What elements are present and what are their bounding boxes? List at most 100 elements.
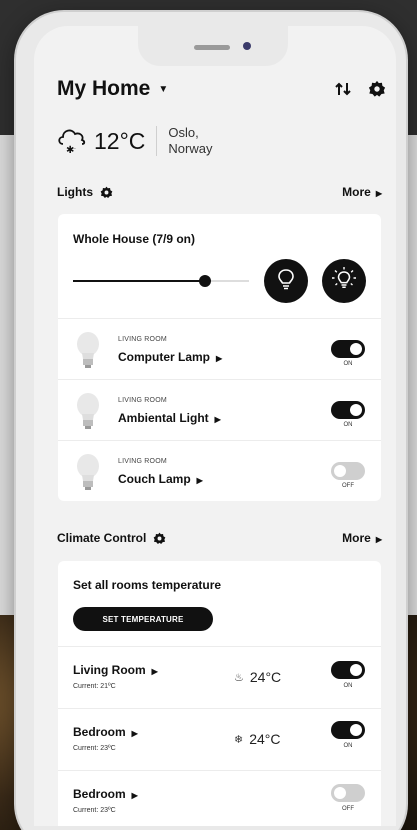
climate-room-row[interactable]: Bedroom ▶ Current: 23ºC OFF	[58, 772, 381, 826]
triangle-right-icon: ▶	[131, 729, 138, 738]
climate-room-row[interactable]: Living Room ▶ Current: 21ºC ♨ 24°C ON	[58, 648, 381, 708]
all-lights-on-button[interactable]	[322, 259, 366, 303]
brightness-slider-thumb[interactable]	[199, 275, 211, 287]
lights-card: Whole House (7/9 on) LIVING ROOM Compute…	[58, 214, 381, 501]
header-actions	[333, 79, 387, 99]
triangle-right-icon: ▶	[375, 535, 382, 544]
toggle-knob	[334, 465, 346, 477]
device-name-label: Couch Lamp	[118, 472, 191, 486]
room-current-temp: Current: 23ºC	[73, 745, 116, 752]
snowflake-icon: ❄	[234, 733, 244, 746]
device-room-label: LIVING ROOM	[118, 458, 167, 465]
target-temp-value: 24°C	[249, 731, 281, 747]
room-name-label: Bedroom	[73, 787, 126, 801]
triangle-right-icon: ▶	[216, 354, 223, 363]
climate-card: Set all rooms temperature SET TEMPERATUR…	[58, 561, 381, 826]
triangle-right-icon: ▶	[151, 667, 158, 676]
climate-divider	[58, 708, 381, 709]
lights-divider	[58, 379, 381, 380]
device-name[interactable]: Computer Lamp ▶	[118, 350, 222, 364]
gear-icon[interactable]	[367, 79, 387, 99]
light-bulb-icon	[77, 393, 99, 429]
light-bulb-icon	[77, 454, 99, 490]
triangle-right-icon: ▶	[196, 476, 203, 485]
set-all-label: Set all rooms temperature	[73, 578, 222, 592]
current-temperature: 12°C	[94, 127, 146, 154]
home-selector[interactable]: My Home	[57, 77, 150, 101]
brightness-slider[interactable]	[73, 275, 249, 287]
device-toggle[interactable]	[331, 462, 365, 480]
swap-icon[interactable]	[333, 79, 353, 99]
climate-divider	[58, 770, 381, 771]
toggle-knob	[350, 724, 362, 736]
lights-divider	[58, 440, 381, 441]
climate-more-label: More	[342, 531, 371, 545]
heat-icon: ♨	[234, 671, 244, 684]
room-name[interactable]: Living Room ▶	[73, 663, 158, 677]
weather-widget: ✱ · 12°C Oslo, Norway	[56, 121, 212, 161]
lights-divider	[58, 318, 381, 319]
device-toggle[interactable]	[331, 401, 365, 419]
device-room-label: LIVING ROOM	[118, 336, 167, 343]
lights-settings-gear-icon[interactable]	[100, 186, 113, 199]
toggle-knob	[350, 404, 362, 416]
lights-section-header: Lights More ▶	[57, 182, 382, 202]
brightness-slider-fill	[73, 280, 205, 282]
room-name[interactable]: Bedroom ▶	[73, 725, 138, 739]
toggle-knob	[350, 664, 362, 676]
whole-house-label: Whole House (7/9 on)	[73, 232, 196, 246]
bulb-glowing-icon	[331, 266, 357, 297]
room-current-temp: Current: 21ºC	[73, 683, 116, 690]
room-name-label: Bedroom	[73, 725, 126, 739]
target-temp-value: 24°C	[249, 669, 282, 685]
app-screen: My Home ▼ ✱ · 12°C Oslo, Norway Lights M…	[34, 26, 396, 826]
svg-text:·: ·	[74, 146, 76, 153]
toggle-state-label: OFF	[342, 806, 354, 812]
climate-settings-gear-icon[interactable]	[153, 532, 166, 545]
set-temperature-button[interactable]: SET TEMPERATURE	[73, 607, 213, 631]
lights-title: Lights	[57, 185, 93, 199]
climate-toggle[interactable]	[331, 784, 365, 802]
climate-divider	[58, 646, 381, 647]
room-target-temp[interactable]: ❄ 24°C	[234, 731, 281, 747]
all-lights-off-button[interactable]	[264, 259, 308, 303]
phone-notch	[138, 26, 288, 66]
lights-more-link[interactable]: More ▶	[342, 185, 382, 199]
cloud-snow-icon: ✱ ·	[56, 124, 88, 159]
triangle-right-icon: ▶	[131, 791, 138, 800]
toggle-state-label: ON	[343, 743, 353, 749]
device-toggle[interactable]	[331, 340, 365, 358]
light-row[interactable]: LIVING ROOM Computer Lamp ▶ ON	[58, 320, 381, 380]
toggle-knob	[350, 343, 362, 355]
climate-toggle[interactable]	[331, 661, 365, 679]
climate-toggle[interactable]	[331, 721, 365, 739]
climate-section-header: Climate Control More ▶	[57, 528, 382, 548]
room-target-temp[interactable]: ♨ 24°C	[234, 669, 281, 685]
location-city: Oslo,	[168, 125, 199, 140]
front-camera	[243, 42, 251, 50]
climate-more-link[interactable]: More ▶	[342, 531, 382, 545]
device-name[interactable]: Ambiental Light ▶	[118, 411, 221, 425]
light-bulb-icon	[77, 332, 99, 368]
toggle-state-label: ON	[343, 683, 353, 689]
device-name-label: Computer Lamp	[118, 350, 211, 364]
device-name-label: Ambiental Light	[118, 411, 209, 425]
speaker-grille	[194, 45, 230, 50]
room-current-temp: Current: 23ºC	[73, 807, 116, 814]
climate-title: Climate Control	[57, 531, 147, 545]
toggle-state-label: ON	[343, 361, 353, 367]
light-row[interactable]: LIVING ROOM Couch Lamp ▶ OFF	[58, 442, 381, 502]
app-header: My Home ▼	[57, 74, 387, 104]
triangle-right-icon: ▶	[214, 415, 221, 424]
toggle-knob	[334, 787, 346, 799]
room-name[interactable]: Bedroom ▶	[73, 787, 138, 801]
location-country: Norway	[168, 141, 213, 156]
device-name[interactable]: Couch Lamp ▶	[118, 472, 203, 486]
light-row[interactable]: LIVING ROOM Ambiental Light ▶ ON	[58, 381, 381, 441]
bulb-outline-icon	[277, 268, 295, 295]
climate-room-row[interactable]: Bedroom ▶ Current: 23ºC ❄ 24°C ON	[58, 710, 381, 770]
chevron-down-icon[interactable]: ▼	[158, 84, 168, 95]
toggle-state-label: ON	[343, 422, 353, 428]
triangle-right-icon: ▶	[375, 189, 382, 198]
device-room-label: LIVING ROOM	[118, 397, 167, 404]
